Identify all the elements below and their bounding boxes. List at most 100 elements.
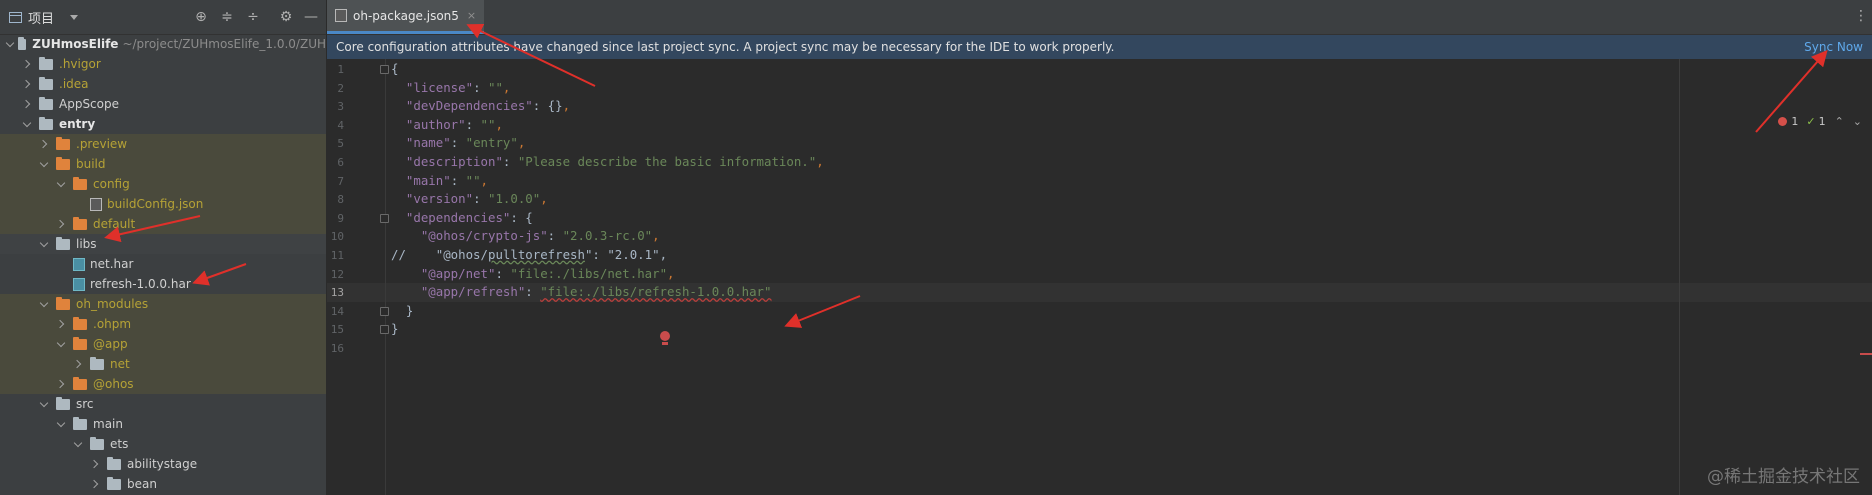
tree-item[interactable]: bean	[0, 474, 326, 494]
tree-item[interactable]: ZUHmosElife ~/project/ZUHmosElife_1.0.0/Z…	[0, 34, 326, 54]
code-editor[interactable]: 1 2 3 4 5 6 7 8 9 10 11 12 13 14 15 16 { "license": "",…	[327, 59, 1872, 495]
close-tab-icon[interactable]: ×	[467, 9, 476, 22]
tree-item[interactable]: abilitystage	[0, 454, 326, 474]
code-line[interactable]: "version": "1.0.0",	[391, 191, 548, 206]
tree-item[interactable]: .hvigor	[0, 54, 326, 74]
code-line[interactable]: }	[391, 321, 398, 336]
folder-icon	[90, 436, 104, 450]
code-line[interactable]: }	[391, 303, 413, 318]
tree-item[interactable]: AppScope	[0, 94, 326, 114]
code-line[interactable]: "license": "",	[391, 80, 510, 95]
tree-item[interactable]: libs	[0, 234, 326, 254]
tree-item-label: net	[110, 357, 130, 371]
tree-item[interactable]: buildConfig.json	[0, 194, 326, 214]
code-line[interactable]: "@app/refresh": "file:./libs/refresh-1.0…	[391, 284, 772, 299]
tree-item[interactable]: refresh-1.0.0.har	[0, 274, 326, 294]
locate-target-icon[interactable]: ⊕	[193, 9, 209, 25]
tree-item[interactable]: build	[0, 154, 326, 174]
tree-item[interactable]: main	[0, 414, 326, 434]
chevron-down-icon[interactable]	[57, 419, 67, 429]
project-view-icon	[9, 11, 22, 23]
tree-item[interactable]: .preview	[0, 134, 326, 154]
json-file-icon	[90, 197, 102, 211]
chevron-right-icon[interactable]	[57, 379, 67, 389]
previous-highlight-icon[interactable]: ⌃	[1835, 115, 1844, 128]
folder-icon	[73, 336, 87, 350]
error-bulb-icon[interactable]	[660, 331, 671, 345]
chevron-down-icon[interactable]	[57, 339, 67, 349]
fold-marker-icon[interactable]	[380, 306, 389, 316]
tree-item[interactable]: .idea	[0, 74, 326, 94]
project-panel-title[interactable]: 项目	[28, 8, 54, 27]
tree-item[interactable]: @app	[0, 334, 326, 354]
gear-icon[interactable]: ⚙	[278, 9, 294, 25]
chevron-down-icon[interactable]	[74, 439, 84, 449]
fold-marker-icon[interactable]	[380, 325, 389, 335]
code-line[interactable]: "@app/net": "file:./libs/net.har",	[391, 266, 675, 281]
right-margin-guide	[1679, 59, 1680, 495]
chevron-down-icon[interactable]	[23, 119, 33, 129]
tree-item[interactable]: oh_modules	[0, 294, 326, 314]
tree-item[interactable]: net.har	[0, 254, 326, 274]
chevron-right-icon[interactable]	[57, 219, 67, 229]
tree-item[interactable]: src	[0, 394, 326, 414]
code-line[interactable]: "name": "entry",	[391, 135, 525, 150]
code-line[interactable]: // "@ohos/pulltorefresh": "2.0.1",	[391, 247, 667, 262]
chevron-down-icon[interactable]	[40, 399, 50, 409]
line-number: 16	[330, 342, 344, 355]
next-highlight-icon[interactable]: ⌄	[1853, 115, 1862, 128]
code-line[interactable]: "author": "",	[391, 117, 503, 132]
tree-item[interactable]: config	[0, 174, 326, 194]
chevron-down-icon[interactable]	[57, 179, 67, 189]
fold-gutter	[385, 59, 386, 495]
chevron-right-icon[interactable]	[23, 99, 33, 109]
line-number: 15	[330, 323, 344, 337]
line-number: 4	[337, 118, 344, 132]
chevron-down-icon[interactable]	[40, 239, 50, 249]
line-number: 1	[337, 63, 344, 76]
code-line[interactable]: "main": "",	[391, 173, 488, 188]
tab-oh-package-json5[interactable]: oh-package.json5 ×	[327, 0, 485, 34]
code-line[interactable]: "description": "Please describe the basi…	[391, 154, 824, 169]
chevron-right-icon[interactable]	[91, 459, 101, 469]
tree-item[interactable]: entry	[0, 114, 326, 134]
error-stripe-mark[interactable]	[1860, 353, 1872, 355]
chevron-right-icon[interactable]	[57, 319, 67, 329]
chevron-right-icon[interactable]	[91, 479, 101, 489]
fold-marker-icon[interactable]	[380, 65, 389, 74]
code-line[interactable]: {	[391, 61, 398, 76]
tree-item-label: abilitystage	[127, 457, 198, 471]
expand-all-icon[interactable]: ≑	[219, 9, 235, 25]
chevron-right-icon[interactable]	[40, 139, 50, 149]
sync-now-link[interactable]: Sync Now	[1804, 40, 1863, 54]
inspection-widget[interactable]: 1 ✓ 1 ⌃ ⌄	[1778, 115, 1862, 128]
code-line[interactable]: "@ohos/crypto-js": "2.0.3-rc.0",	[391, 228, 660, 243]
view-dropdown-icon[interactable]	[70, 14, 79, 20]
minimize-icon[interactable]: —	[303, 9, 319, 25]
tree-item-label: bean	[127, 477, 157, 491]
chevron-down-icon[interactable]	[6, 39, 12, 49]
chevron-down-icon[interactable]	[40, 159, 50, 169]
folder-icon	[107, 456, 121, 470]
code-line[interactable]: "devDependencies": {},	[391, 98, 570, 113]
chevron-right-icon[interactable]	[23, 59, 33, 69]
chevron-right-icon[interactable]	[23, 79, 33, 89]
tree-item-label: .idea	[59, 77, 89, 91]
tree-item[interactable]: .ohpm	[0, 314, 326, 334]
code-line[interactable]: "dependencies": {	[391, 210, 533, 225]
line-number: 5	[337, 137, 344, 151]
tree-item[interactable]: ets	[0, 434, 326, 454]
more-vertical-icon[interactable]: ⋮	[1854, 8, 1868, 24]
tree-item-label: src	[76, 397, 94, 411]
tree-item[interactable]: default	[0, 214, 326, 234]
tree-item[interactable]: net	[0, 354, 326, 374]
chevron-right-icon[interactable]	[74, 359, 84, 369]
project-tree: ZUHmosElife ~/project/ZUHmosElife_1.0.0/Z…	[0, 34, 326, 494]
tree-item[interactable]: @ohos	[0, 374, 326, 394]
chevron-down-icon[interactable]	[40, 299, 50, 309]
editor-tab-bar: oh-package.json5 × ⋮	[327, 0, 1872, 35]
fold-marker-icon[interactable]	[380, 213, 389, 223]
collapse-all-icon[interactable]: ÷	[245, 9, 261, 25]
